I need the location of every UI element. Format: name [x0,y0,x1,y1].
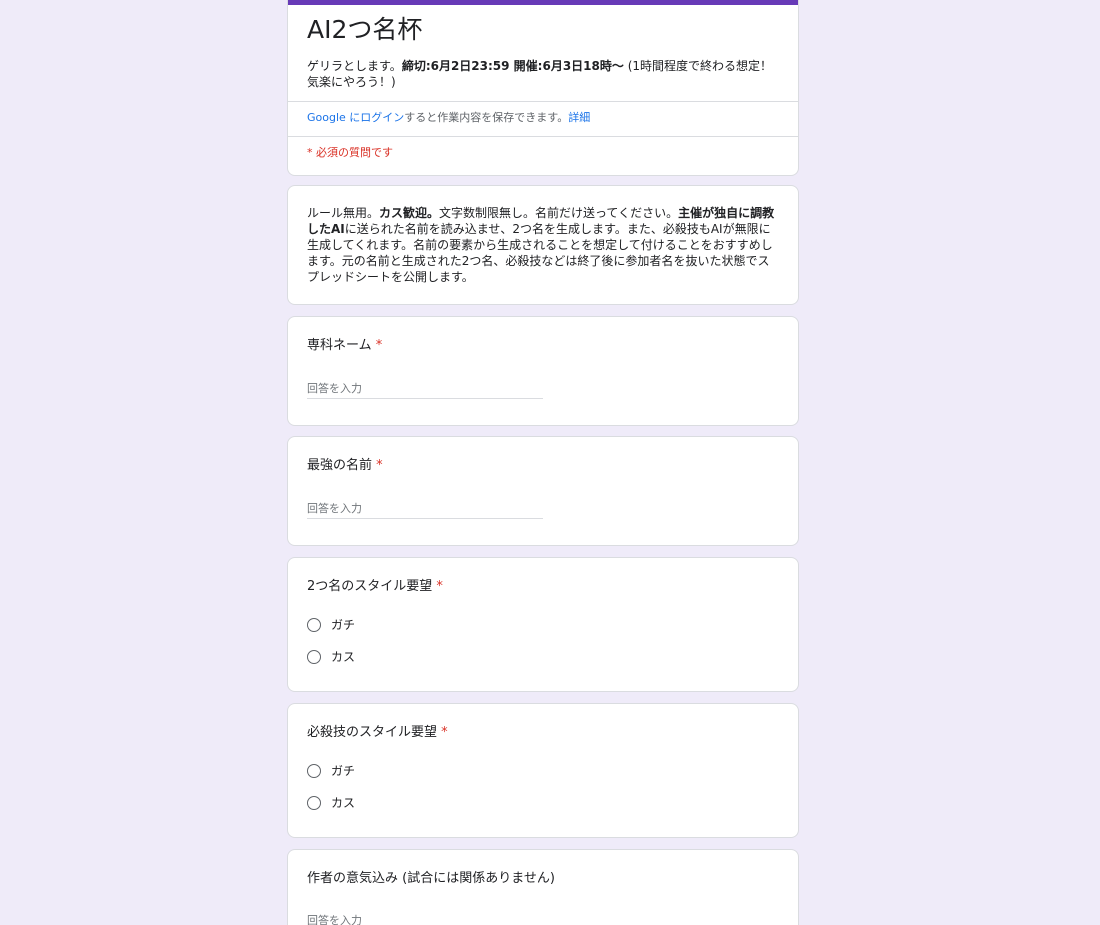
form-description: ゲリラとします。締切:6月2日23:59 開催:6月3日18時〜 (1時間程度で… [307,58,782,90]
question-title-text: 最強の名前 [307,458,373,473]
option-label: カス [331,650,356,664]
login-notice: Google にログインすると作業内容を保存できます。詳細 [307,110,590,126]
required-asterisk: * [436,579,443,594]
radio-button[interactable] [307,650,321,664]
question-card-strongest-name: 最強の名前 * [287,436,799,546]
question-card-nickname-style: 2つ名のスタイル要望 * ガチ カス [287,557,799,692]
option-label: ガチ [331,618,356,632]
rules-part-1: ルール無用。 [307,206,380,220]
senka-name-input[interactable] [307,378,543,399]
required-asterisk: * [375,338,383,353]
question-title-text: 2つ名のスタイル要望 [307,579,433,594]
question-card-author-comment: 作者の意気込み (試合には関係ありません) [287,849,799,925]
question-title: 必殺技のスタイル要望 * [307,723,448,743]
rules-part-3: に送られた名前を読み込ませ、2つ名を生成します。また、必殺技もAIが無限に生成し… [307,222,773,284]
google-login-link[interactable]: Google にログイン [307,111,404,124]
radio-button[interactable] [307,618,321,632]
rules-card: ルール無用。カス歓迎。文字数制限無し。名前だけ送ってください。主催が独自に調教し… [287,185,799,305]
required-note: * 必須の質問です [307,146,393,159]
desc-deadline: 締切:6月2日23:59 開催:6月3日18時〜 [401,59,624,73]
question-card-special-move-style: 必殺技のスタイル要望 * ガチ カス [287,703,799,838]
header-divider-2 [288,136,798,137]
login-notice-text: すると作業内容を保存できます。 [404,111,569,124]
question-title: 作者の意気込み (試合には関係ありません) [307,871,555,886]
required-asterisk: * [376,458,383,473]
accent-bar [288,0,798,5]
radio-option-gachi[interactable]: ガチ [307,761,355,781]
strongest-name-input[interactable] [307,498,543,519]
radio-button[interactable] [307,764,321,778]
radio-option-kasu[interactable]: カス [307,793,355,813]
question-title: 専科ネーム * [307,336,382,356]
question-title: 最強の名前 * [307,456,383,476]
rules-bold-1: カス歓迎。 [379,206,440,220]
radio-button[interactable] [307,796,321,810]
header-divider [288,101,798,102]
desc-intro: ゲリラとします。 [307,59,402,73]
option-label: ガチ [331,764,356,778]
author-comment-input[interactable] [307,910,543,925]
details-link[interactable]: 詳細 [568,111,590,124]
option-label: カス [331,796,356,810]
form-header-card: AI2つ名杯 ゲリラとします。締切:6月2日23:59 開催:6月3日18時〜 … [287,0,799,176]
radio-option-kasu[interactable]: カス [307,647,355,667]
required-asterisk: * [441,725,448,740]
form-title: AI2つ名杯 [307,15,423,44]
radio-option-gachi[interactable]: ガチ [307,615,355,635]
question-title: 2つ名のスタイル要望 * [307,577,443,597]
question-title-text: 専科ネーム [307,338,372,353]
rules-part-2: 文字数制限無し。名前だけ送ってください。 [439,206,679,220]
rules-text: ルール無用。カス歓迎。文字数制限無し。名前だけ送ってください。主催が独自に調教し… [307,205,777,285]
question-title-text: 必殺技のスタイル要望 [307,725,438,740]
question-card-senka-name: 専科ネーム * [287,316,799,426]
